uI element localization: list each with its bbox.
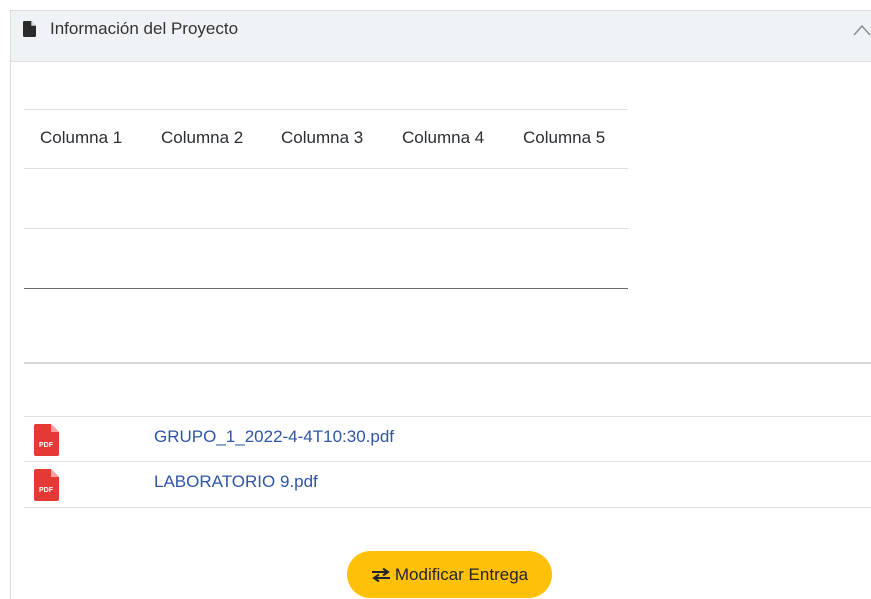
pdf-icon-label: PDF bbox=[39, 442, 54, 449]
document-icon bbox=[23, 21, 36, 37]
pdf-icon: PDF bbox=[34, 424, 59, 456]
card-header[interactable]: Información del Proyecto bbox=[11, 11, 871, 62]
column-header-1: Columna 1 bbox=[40, 128, 123, 147]
column-header-2: Columna 2 bbox=[161, 128, 244, 147]
card-title: Información del Proyecto bbox=[50, 19, 239, 38]
file-list-item: PDF GRUPO_1_2022-4-4T10:30.pdf bbox=[24, 417, 871, 461]
column-header-4: Columna 4 bbox=[402, 128, 485, 147]
modify-delivery-label: Modificar Entrega bbox=[394, 564, 529, 584]
swap-arrows-icon bbox=[371, 567, 390, 582]
column-header-5: Columna 5 bbox=[523, 128, 606, 147]
file-list-item: PDF LABORATORIO 9.pdf bbox=[24, 462, 871, 506]
column-header-3: Columna 3 bbox=[281, 128, 364, 147]
file-link-laboratorio[interactable]: LABORATORIO 9.pdf bbox=[154, 472, 318, 492]
table-row-border bbox=[24, 228, 628, 229]
table-bottom-border bbox=[24, 288, 628, 289]
pdf-icon-label: PDF bbox=[39, 487, 54, 494]
chevron-up-icon[interactable] bbox=[853, 24, 871, 36]
modify-delivery-button[interactable]: Modificar Entrega bbox=[347, 551, 552, 598]
section-divider bbox=[24, 362, 871, 364]
pdf-icon: PDF bbox=[34, 469, 59, 501]
table-header-border bbox=[24, 168, 628, 169]
file-link-grupo[interactable]: GRUPO_1_2022-4-4T10:30.pdf bbox=[154, 427, 394, 447]
project-info-card: Información del Proyecto Columna 1 Colum… bbox=[10, 10, 871, 599]
table-header-row: Columna 1 Columna 2 Columna 3 Columna 4 … bbox=[24, 110, 628, 168]
file-list-bottom-border bbox=[24, 507, 871, 508]
